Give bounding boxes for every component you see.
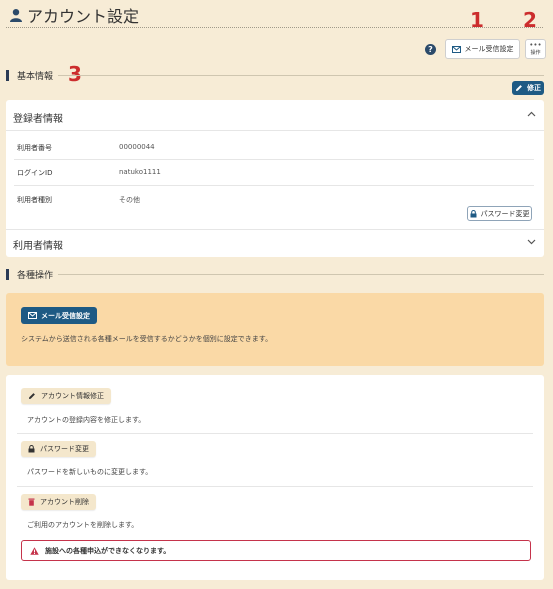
operations-heading: 各種操作 <box>6 268 53 281</box>
warning-icon <box>30 546 39 555</box>
heading-bar <box>6 70 9 81</box>
password-change-label: パスワード変更 <box>480 209 530 218</box>
login-id-value: natuko1111 <box>119 168 161 176</box>
user-icon <box>9 8 23 22</box>
trash-icon <box>28 498 35 506</box>
edit-button[interactable]: 修正 <box>512 81 544 95</box>
card-section-sep <box>6 229 544 230</box>
row-divider <box>17 486 533 487</box>
password-change-button[interactable]: パスワード変更 <box>467 206 532 221</box>
edit-account-label: アカウント情報修正 <box>41 392 104 400</box>
mail-settings-panel <box>6 293 544 366</box>
delete-account-button[interactable]: アカウント削除 <box>21 494 96 510</box>
user-number-label: 利用者番号 <box>17 144 52 152</box>
row-divider <box>14 185 534 186</box>
help-icon[interactable]: ? <box>425 44 436 55</box>
edit-account-description: アカウントの登録内容を修正します。 <box>27 416 146 424</box>
lock-icon <box>28 445 35 453</box>
mail-settings-description: システムから送信される各種メールを受信するかどうかを個別に設定できます。 <box>21 335 273 343</box>
chevron-down-icon[interactable] <box>527 239 536 245</box>
pencil-icon <box>28 392 36 400</box>
page-title-text: アカウント設定 <box>27 7 140 26</box>
annotation-1: 1 <box>470 8 484 32</box>
mail-icon <box>28 312 37 319</box>
basic-info-rule <box>58 75 544 76</box>
user-info-title[interactable]: 利用者情報 <box>13 237 63 252</box>
registrant-header-sep <box>6 130 544 131</box>
pencil-icon <box>515 84 523 92</box>
change-password-description: パスワードを新しいものに変更します。 <box>27 468 153 476</box>
warning-box: 施設への各種申込ができなくなります。 <box>21 540 531 561</box>
basic-info-heading: 基本情報 <box>6 69 53 82</box>
warning-text: 施設への各種申込ができなくなります。 <box>45 546 171 555</box>
lock-icon <box>470 209 477 218</box>
mail-settings-panel-button[interactable]: メール受信設定 <box>21 307 97 324</box>
heading-bar <box>6 269 9 280</box>
ops-icon: ••• <box>529 41 542 49</box>
ops-button[interactable]: ••• 操作 <box>525 39 546 59</box>
mail-icon <box>451 45 461 53</box>
change-password-button[interactable]: パスワード変更 <box>21 441 96 457</box>
row-divider <box>17 433 533 434</box>
basic-info-heading-text: 基本情報 <box>17 72 54 82</box>
annotation-2: 2 <box>523 8 537 32</box>
operations-rule <box>58 274 544 275</box>
row-divider <box>14 159 534 160</box>
change-password-label: パスワード変更 <box>40 445 89 453</box>
chevron-up-icon[interactable] <box>527 111 536 117</box>
title-divider <box>6 27 543 28</box>
edit-label: 修正 <box>527 84 541 92</box>
mail-settings-button[interactable]: メール受信設定 <box>445 39 520 59</box>
ops-label: 操作 <box>530 50 541 56</box>
annotation-3: 3 <box>68 62 82 86</box>
delete-account-label: アカウント削除 <box>40 498 89 506</box>
delete-account-description: ご利用のアカウントを削除します。 <box>27 521 139 529</box>
mail-settings-panel-label: メール受信設定 <box>41 311 90 320</box>
page-title: アカウント設定 <box>9 3 139 27</box>
registrant-title[interactable]: 登録者情報 <box>13 110 63 125</box>
mail-settings-label: メール受信設定 <box>464 45 514 53</box>
operations-heading-text: 各種操作 <box>17 271 54 281</box>
user-type-value: その他 <box>119 196 140 204</box>
login-id-label: ログインID <box>17 169 53 177</box>
user-number-value: 00000044 <box>119 143 155 151</box>
user-type-label: 利用者種別 <box>17 196 52 204</box>
registrant-card <box>6 100 544 257</box>
edit-account-button[interactable]: アカウント情報修正 <box>21 388 111 404</box>
